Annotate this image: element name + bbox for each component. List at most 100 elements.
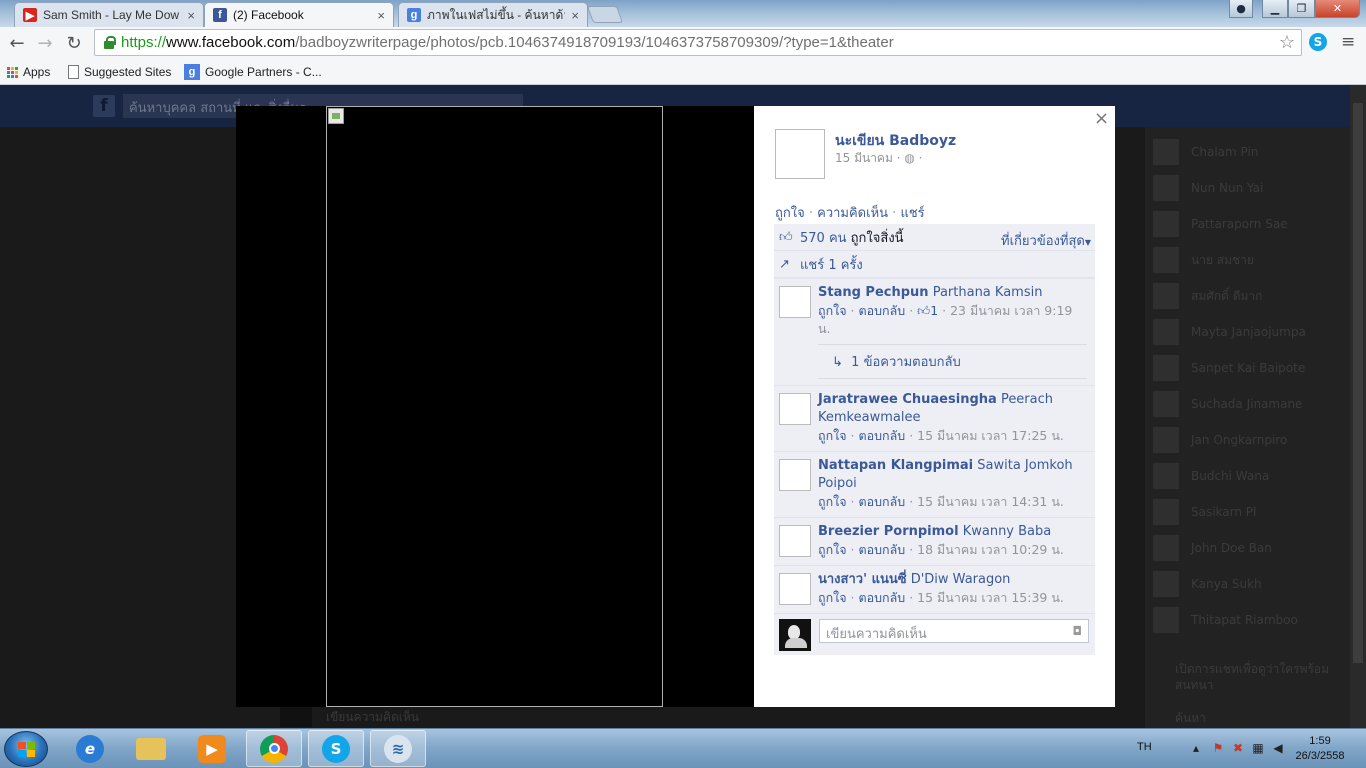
tagged-user[interactable]: Parthana Kamsin — [933, 285, 1043, 300]
system-clock[interactable]: 1:59 26/3/2558 — [1285, 734, 1355, 764]
comment-like-link[interactable]: ถูกใจ — [818, 494, 847, 509]
browser-toolbar: ← → ↻ https://www.facebook.com/badboyzwr… — [0, 27, 1366, 59]
bookmark-suggested-sites[interactable]: Suggested Sites — [68, 63, 171, 81]
comment-author[interactable]: Nattapan Klangpimai — [818, 458, 973, 473]
comment-reply-link[interactable]: ตอบกลับ — [859, 590, 906, 605]
background-comment-placeholder: เขียนความคิดเห็น — [326, 709, 419, 724]
bookmark-star-icon[interactable]: ☆ — [1279, 32, 1295, 53]
comment-like-count[interactable]: 1 — [930, 303, 938, 318]
start-button[interactable] — [4, 731, 48, 767]
chat-contact[interactable]: Budchi Wana — [1153, 461, 1343, 491]
chat-contact[interactable]: Thitapat Riamboo — [1153, 605, 1343, 635]
bookmark-apps[interactable]: Apps — [7, 63, 50, 81]
tagged-user[interactable]: Kwanny Baba — [963, 524, 1052, 539]
comment-reply-link[interactable]: ตอบกลับ — [859, 428, 906, 443]
feedback-section: 👍︎ 570 คน ถูกใจสิ่งนี้ ที่เกี่ยวข้องที่ส… — [774, 224, 1095, 655]
tray-up-arrow-icon[interactable]: ▴ — [1189, 741, 1203, 755]
facebook-logo-icon[interactable]: f — [93, 95, 115, 117]
chat-contact[interactable]: Sanpet Kai Baipote — [1153, 353, 1343, 383]
address-bar[interactable]: https://www.facebook.com/badboyzwriterpa… — [94, 29, 1302, 56]
security-warning-icon[interactable]: ✖ — [1231, 741, 1245, 755]
comment-time[interactable]: 23 มีนาคม เวลา 9:19 น. — [818, 303, 1072, 336]
comment-action[interactable]: ความคิดเห็น — [817, 206, 888, 221]
tab-youtube[interactable]: ▶ Sam Smith - Lay Me Dow × — [14, 2, 204, 27]
photo-image[interactable] — [326, 106, 663, 707]
my-avatar — [779, 619, 811, 651]
taskbar-internet-explorer[interactable]: e — [62, 730, 118, 767]
close-tab-icon[interactable]: × — [571, 8, 579, 23]
taskbar-network-app[interactable]: ≋ — [370, 730, 426, 767]
commenter-avatar[interactable] — [779, 286, 811, 318]
chat-contact[interactable]: Nun Nun Yai — [1153, 173, 1343, 203]
comment-input[interactable]: เขียนความคิดเห็น ◘ — [819, 619, 1089, 643]
close-window-button[interactable]: ✕ — [1315, 0, 1360, 18]
chat-contact[interactable]: Mayta Janjaojumpa — [1153, 317, 1343, 347]
chrome-menu-icon[interactable]: ≡ — [1341, 32, 1355, 52]
tab-facebook[interactable]: f (2) Facebook × — [204, 2, 394, 27]
comment-author[interactable]: นางสาว' แนนซี่ — [818, 572, 907, 587]
new-tab-button[interactable] — [586, 6, 624, 23]
chat-contact[interactable]: สมศักดิ์ ดีมาก — [1153, 281, 1343, 311]
like-action[interactable]: ถูกใจ — [775, 206, 805, 221]
user-profile-icon[interactable]: ● — [1229, 0, 1253, 18]
minimize-button[interactable]: ▁ — [1262, 0, 1288, 18]
taskbar-chrome[interactable] — [246, 730, 302, 767]
chat-contact[interactable]: Jan Ongkarnpiro — [1153, 425, 1343, 455]
chat-contact[interactable]: Pattaraporn Sae — [1153, 209, 1343, 239]
commenter-avatar[interactable] — [779, 459, 811, 491]
action-center-flag-icon[interactable]: ⚑ — [1211, 741, 1225, 755]
view-replies-link[interactable]: ↳ 1 ข้อความตอบกลับ — [818, 344, 1087, 372]
page-avatar[interactable] — [775, 129, 825, 179]
camera-icon[interactable]: ◘ — [1073, 624, 1083, 638]
comment-reply-link[interactable]: ตอบกลับ — [859, 494, 906, 509]
comment-time[interactable]: 15 มีนาคม เวลา 17:25 น. — [917, 428, 1064, 443]
tab-google-search[interactable]: g ภาพในเฟสไม่ขึ้น - ค้นหาด้วย × — [398, 2, 588, 27]
close-tab-icon[interactable]: × — [187, 8, 195, 23]
network-icon[interactable]: ▦ — [1251, 741, 1265, 755]
chat-search-input[interactable]: ค้นหา — [1175, 709, 1206, 728]
comment-author[interactable]: Stang Pechpun — [818, 285, 929, 300]
chat-contact[interactable]: นาย สมชาย — [1153, 245, 1343, 275]
close-tab-icon[interactable]: × — [377, 8, 385, 23]
scrollbar-thumb[interactable] — [1353, 103, 1363, 663]
skype-extension-icon[interactable]: S — [1309, 33, 1327, 51]
reload-icon[interactable]: ↻ — [62, 31, 86, 55]
comment-like-link[interactable]: ถูกใจ — [818, 542, 847, 557]
back-arrow-icon[interactable]: ← — [5, 31, 29, 55]
post-date[interactable]: 15 มีนาคม — [835, 151, 893, 165]
chat-contact[interactable]: Suchada Jinamane — [1153, 389, 1343, 419]
comment-reply-link[interactable]: ตอบกลับ — [859, 542, 906, 557]
comment-like-link[interactable]: ถูกใจ — [818, 428, 847, 443]
comment-like-link[interactable]: ถูกใจ — [818, 303, 847, 318]
commenter-avatar[interactable] — [779, 573, 811, 605]
page-scrollbar[interactable] — [1350, 85, 1366, 728]
taskbar-file-explorer[interactable] — [123, 730, 179, 767]
close-icon[interactable]: × — [1094, 108, 1109, 129]
maximize-button[interactable]: ❐ — [1288, 0, 1315, 18]
chat-contact[interactable]: Kanya Sukh — [1153, 569, 1343, 599]
comment-author[interactable]: Breezier Pornpimol — [818, 524, 959, 539]
comment-author[interactable]: Jaratrawee Chuaesingha — [818, 392, 997, 407]
likes-count-link[interactable]: 570 คน — [800, 227, 847, 248]
taskbar-skype[interactable]: S — [308, 730, 364, 767]
bookmark-google-partners[interactable]: g Google Partners - C... — [184, 63, 322, 81]
comment-reply-link[interactable]: ตอบกลับ — [859, 303, 906, 318]
chat-contact[interactable]: John Doe Ban — [1153, 533, 1343, 563]
volume-icon[interactable]: ◀ — [1271, 741, 1285, 755]
commenter-avatar[interactable] — [779, 393, 811, 425]
share-action[interactable]: แชร์ — [900, 206, 924, 221]
input-language[interactable]: TH — [1137, 741, 1152, 753]
comment-time[interactable]: 18 มีนาคม เวลา 10:29 น. — [917, 542, 1064, 557]
chat-contact-name: Sanpet Kai Baipote — [1191, 361, 1306, 375]
shares-link[interactable]: แชร์ 1 ครั้ง — [800, 254, 863, 275]
forward-arrow-icon[interactable]: → — [33, 31, 57, 55]
chat-contact[interactable]: Chalam Pin — [1153, 137, 1343, 167]
taskbar-media-player[interactable]: ▶ — [184, 730, 240, 767]
comment-like-link[interactable]: ถูกใจ — [818, 590, 847, 605]
chat-contact[interactable]: Sasikarn Pl — [1153, 497, 1343, 527]
commenter-avatar[interactable] — [779, 525, 811, 557]
comment-sort-dropdown[interactable]: ที่เกี่ยวข้องที่สุด▼ — [1001, 230, 1091, 251]
comment-time[interactable]: 15 มีนาคม เวลา 14:31 น. — [917, 494, 1064, 509]
tagged-user[interactable]: D'Diw Waragon — [911, 572, 1011, 587]
comment-time[interactable]: 15 มีนาคม เวลา 15:39 น. — [917, 590, 1064, 605]
